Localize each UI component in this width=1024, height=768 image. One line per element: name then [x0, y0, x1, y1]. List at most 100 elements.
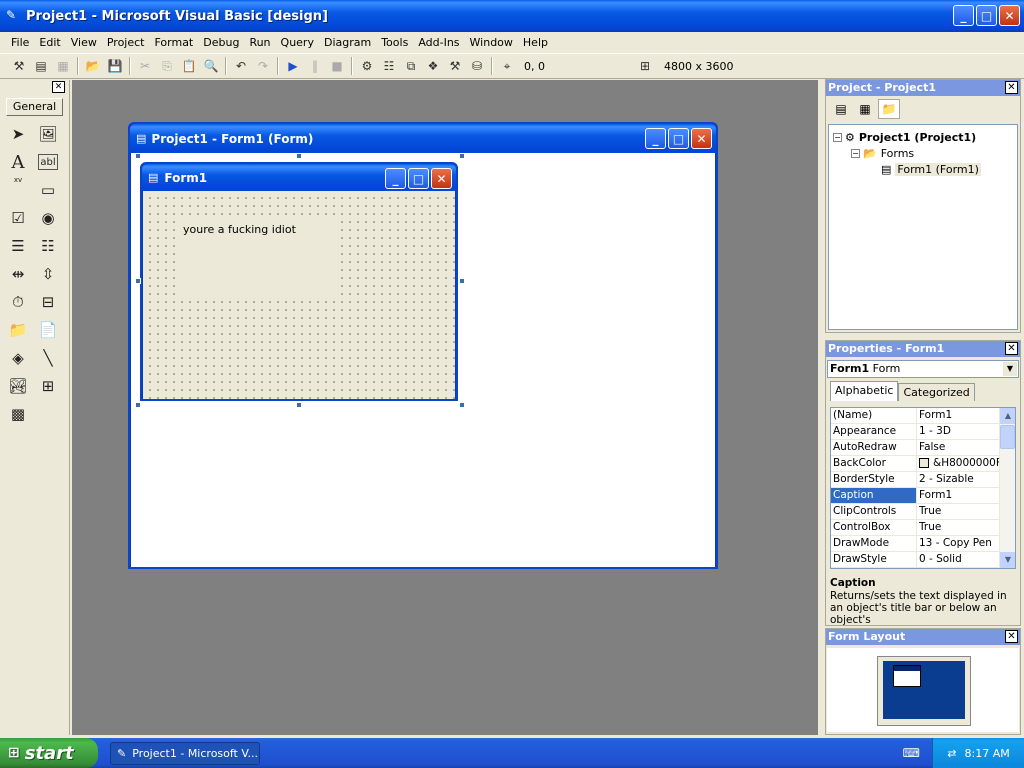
shape-tool-icon[interactable]: ◈	[4, 344, 32, 372]
property-row[interactable]: BorderStyle 2 - Sizable	[831, 472, 1015, 488]
keyboard-icon[interactable]: ⌨	[903, 746, 920, 760]
add-form-icon[interactable]: ▤	[30, 55, 52, 77]
form-designer-title-bar[interactable]: ▤ Project1 - Form1 (Form) _ □ ✕	[130, 124, 716, 153]
sizing-handle-bottom-left[interactable]	[135, 402, 141, 408]
drivelistbox-tool-icon[interactable]: ⊟	[34, 288, 62, 316]
property-scrollbar[interactable]: ▲ ▼	[999, 408, 1015, 568]
menu-add-ins[interactable]: Add-Ins	[413, 36, 464, 49]
property-row[interactable]: DrawStyle 0 - Solid	[831, 552, 1015, 568]
checkbox-tool-icon[interactable]: ☑	[4, 204, 32, 232]
menu-project[interactable]: Project	[102, 36, 150, 49]
menu-editor-icon[interactable]: ▦	[52, 55, 74, 77]
network-icon[interactable]: ⇄	[947, 747, 956, 760]
open-project-icon[interactable]: 📂	[82, 55, 104, 77]
toolbox-tab-general[interactable]: General	[6, 98, 63, 116]
sizing-handle-top-left[interactable]	[135, 153, 141, 159]
object-selector[interactable]: Form1 Form ▼	[827, 360, 1019, 378]
redo-icon[interactable]: ↷	[252, 55, 274, 77]
close-button[interactable]: ✕	[999, 5, 1020, 26]
optionbutton-tool-icon[interactable]: ◉	[34, 204, 62, 232]
form1-client-area[interactable]: youre a fucking idiot	[143, 191, 455, 399]
form-designer-window[interactable]: ▤ Project1 - Form1 (Form) _ □ ✕ ▤ Form1 …	[128, 122, 718, 569]
form1-maximize-button[interactable]: □	[408, 168, 429, 189]
clock[interactable]: 8:17 AM	[965, 747, 1010, 760]
menu-file[interactable]: File	[6, 36, 34, 49]
view-object-icon[interactable]: ▦	[854, 99, 876, 119]
sizing-handle-top[interactable]	[296, 153, 302, 159]
menu-format[interactable]: Format	[149, 36, 198, 49]
designer-minimize-button[interactable]: _	[645, 128, 666, 149]
vscrollbar-tool-icon[interactable]: ⇳	[34, 260, 62, 288]
tree-item-form1[interactable]: ▤ Form1 (Form1)	[829, 161, 1017, 177]
form1-close-button[interactable]: ✕	[431, 168, 452, 189]
taskbar-item-vb[interactable]: ✎ Project1 - Microsoft V...	[110, 741, 260, 765]
collapse-icon[interactable]: −	[833, 132, 842, 142]
start-icon[interactable]: ▶	[282, 55, 304, 77]
timer-tool-icon[interactable]: ⏱	[4, 288, 32, 316]
sizing-handle-right[interactable]	[459, 278, 465, 284]
sizing-handle-bottom-right[interactable]	[459, 402, 465, 408]
designer-maximize-button[interactable]: □	[668, 128, 689, 149]
tree-item-project[interactable]: − ⚙ Project1 (Project1)	[829, 129, 1017, 145]
data-view-icon[interactable]: ⛁	[466, 55, 488, 77]
picturebox-tool-icon[interactable]: 🖼	[34, 120, 62, 148]
property-row[interactable]: Appearance 1 - 3D	[831, 424, 1015, 440]
maximize-button[interactable]: □	[976, 5, 997, 26]
scroll-up-icon[interactable]: ▲	[1000, 408, 1015, 424]
combobox-tool-icon[interactable]: ☰	[4, 232, 32, 260]
listbox-tool-icon[interactable]: ☷	[34, 232, 62, 260]
menu-help[interactable]: Help	[518, 36, 553, 49]
menu-debug[interactable]: Debug	[198, 36, 244, 49]
form1-minimize-button[interactable]: _	[385, 168, 406, 189]
form1-window[interactable]: ▤ Form1 _ □ ✕ youre a fucking idiot	[140, 162, 458, 401]
menu-view[interactable]: View	[66, 36, 102, 49]
line-tool-icon[interactable]: ╲	[34, 344, 62, 372]
image-tool-icon[interactable]: 🏞	[4, 372, 32, 400]
menu-edit[interactable]: Edit	[34, 36, 65, 49]
properties-close-icon[interactable]: ✕	[1005, 342, 1018, 355]
save-project-icon[interactable]: 💾	[104, 55, 126, 77]
collapse-icon[interactable]: −	[851, 148, 860, 158]
add-project-icon[interactable]: ⚒	[8, 55, 30, 77]
copy-icon[interactable]: ⎘	[156, 55, 178, 77]
data-tool-icon[interactable]: ⊞	[34, 372, 62, 400]
project-explorer-icon[interactable]: ⚙	[356, 55, 378, 77]
sizing-handle-bottom[interactable]	[296, 402, 302, 408]
property-row[interactable]: (Name) Form1	[831, 408, 1015, 424]
filelistbox-tool-icon[interactable]: 📄	[34, 316, 62, 344]
menu-window[interactable]: Window	[465, 36, 518, 49]
property-row-selected[interactable]: Caption Form1	[831, 488, 1015, 504]
toolbox-close-icon[interactable]: ✕	[52, 81, 65, 93]
break-icon[interactable]: ‖	[304, 55, 326, 77]
properties-window-icon[interactable]: ☷	[378, 55, 400, 77]
menu-diagram[interactable]: Diagram	[319, 36, 376, 49]
scroll-thumb[interactable]	[1000, 425, 1015, 449]
view-code-icon[interactable]: ▤	[830, 99, 852, 119]
property-row[interactable]: AutoRedraw False	[831, 440, 1015, 456]
commandbutton-tool-icon[interactable]: ▭	[34, 176, 62, 204]
cut-icon[interactable]: ✂	[134, 55, 156, 77]
sizing-handle-top-right[interactable]	[459, 153, 465, 159]
sizing-handle-left[interactable]	[135, 278, 141, 284]
designer-close-button[interactable]: ✕	[691, 128, 712, 149]
start-button[interactable]: ⊞ start	[0, 738, 98, 768]
paste-icon[interactable]: 📋	[178, 55, 200, 77]
toggle-folders-icon[interactable]: 📁	[878, 99, 900, 119]
menu-run[interactable]: Run	[244, 36, 275, 49]
textbox-tool-icon[interactable]: abl	[38, 154, 58, 170]
menu-query[interactable]: Query	[276, 36, 319, 49]
hscrollbar-tool-icon[interactable]: ⇹	[4, 260, 32, 288]
tab-categorized[interactable]: Categorized	[898, 383, 975, 401]
form-layout-close-icon[interactable]: ✕	[1005, 630, 1018, 643]
toolbox-icon[interactable]: ⚒	[444, 55, 466, 77]
undo-icon[interactable]: ↶	[230, 55, 252, 77]
form1-title-bar[interactable]: ▤ Form1 _ □ ✕	[142, 164, 456, 191]
object-browser-icon[interactable]: ❖	[422, 55, 444, 77]
dirlistbox-tool-icon[interactable]: 📁	[4, 316, 32, 344]
scroll-down-icon[interactable]: ▼	[1000, 552, 1015, 568]
end-icon[interactable]: ■	[326, 55, 348, 77]
form-layout-icon[interactable]: ⧉	[400, 55, 422, 77]
minimize-button[interactable]: _	[953, 5, 974, 26]
label-tool-icon[interactable]: A	[4, 148, 32, 176]
form-designer-canvas[interactable]: ▤ Form1 _ □ ✕ youre a fucking idiot	[131, 153, 715, 567]
